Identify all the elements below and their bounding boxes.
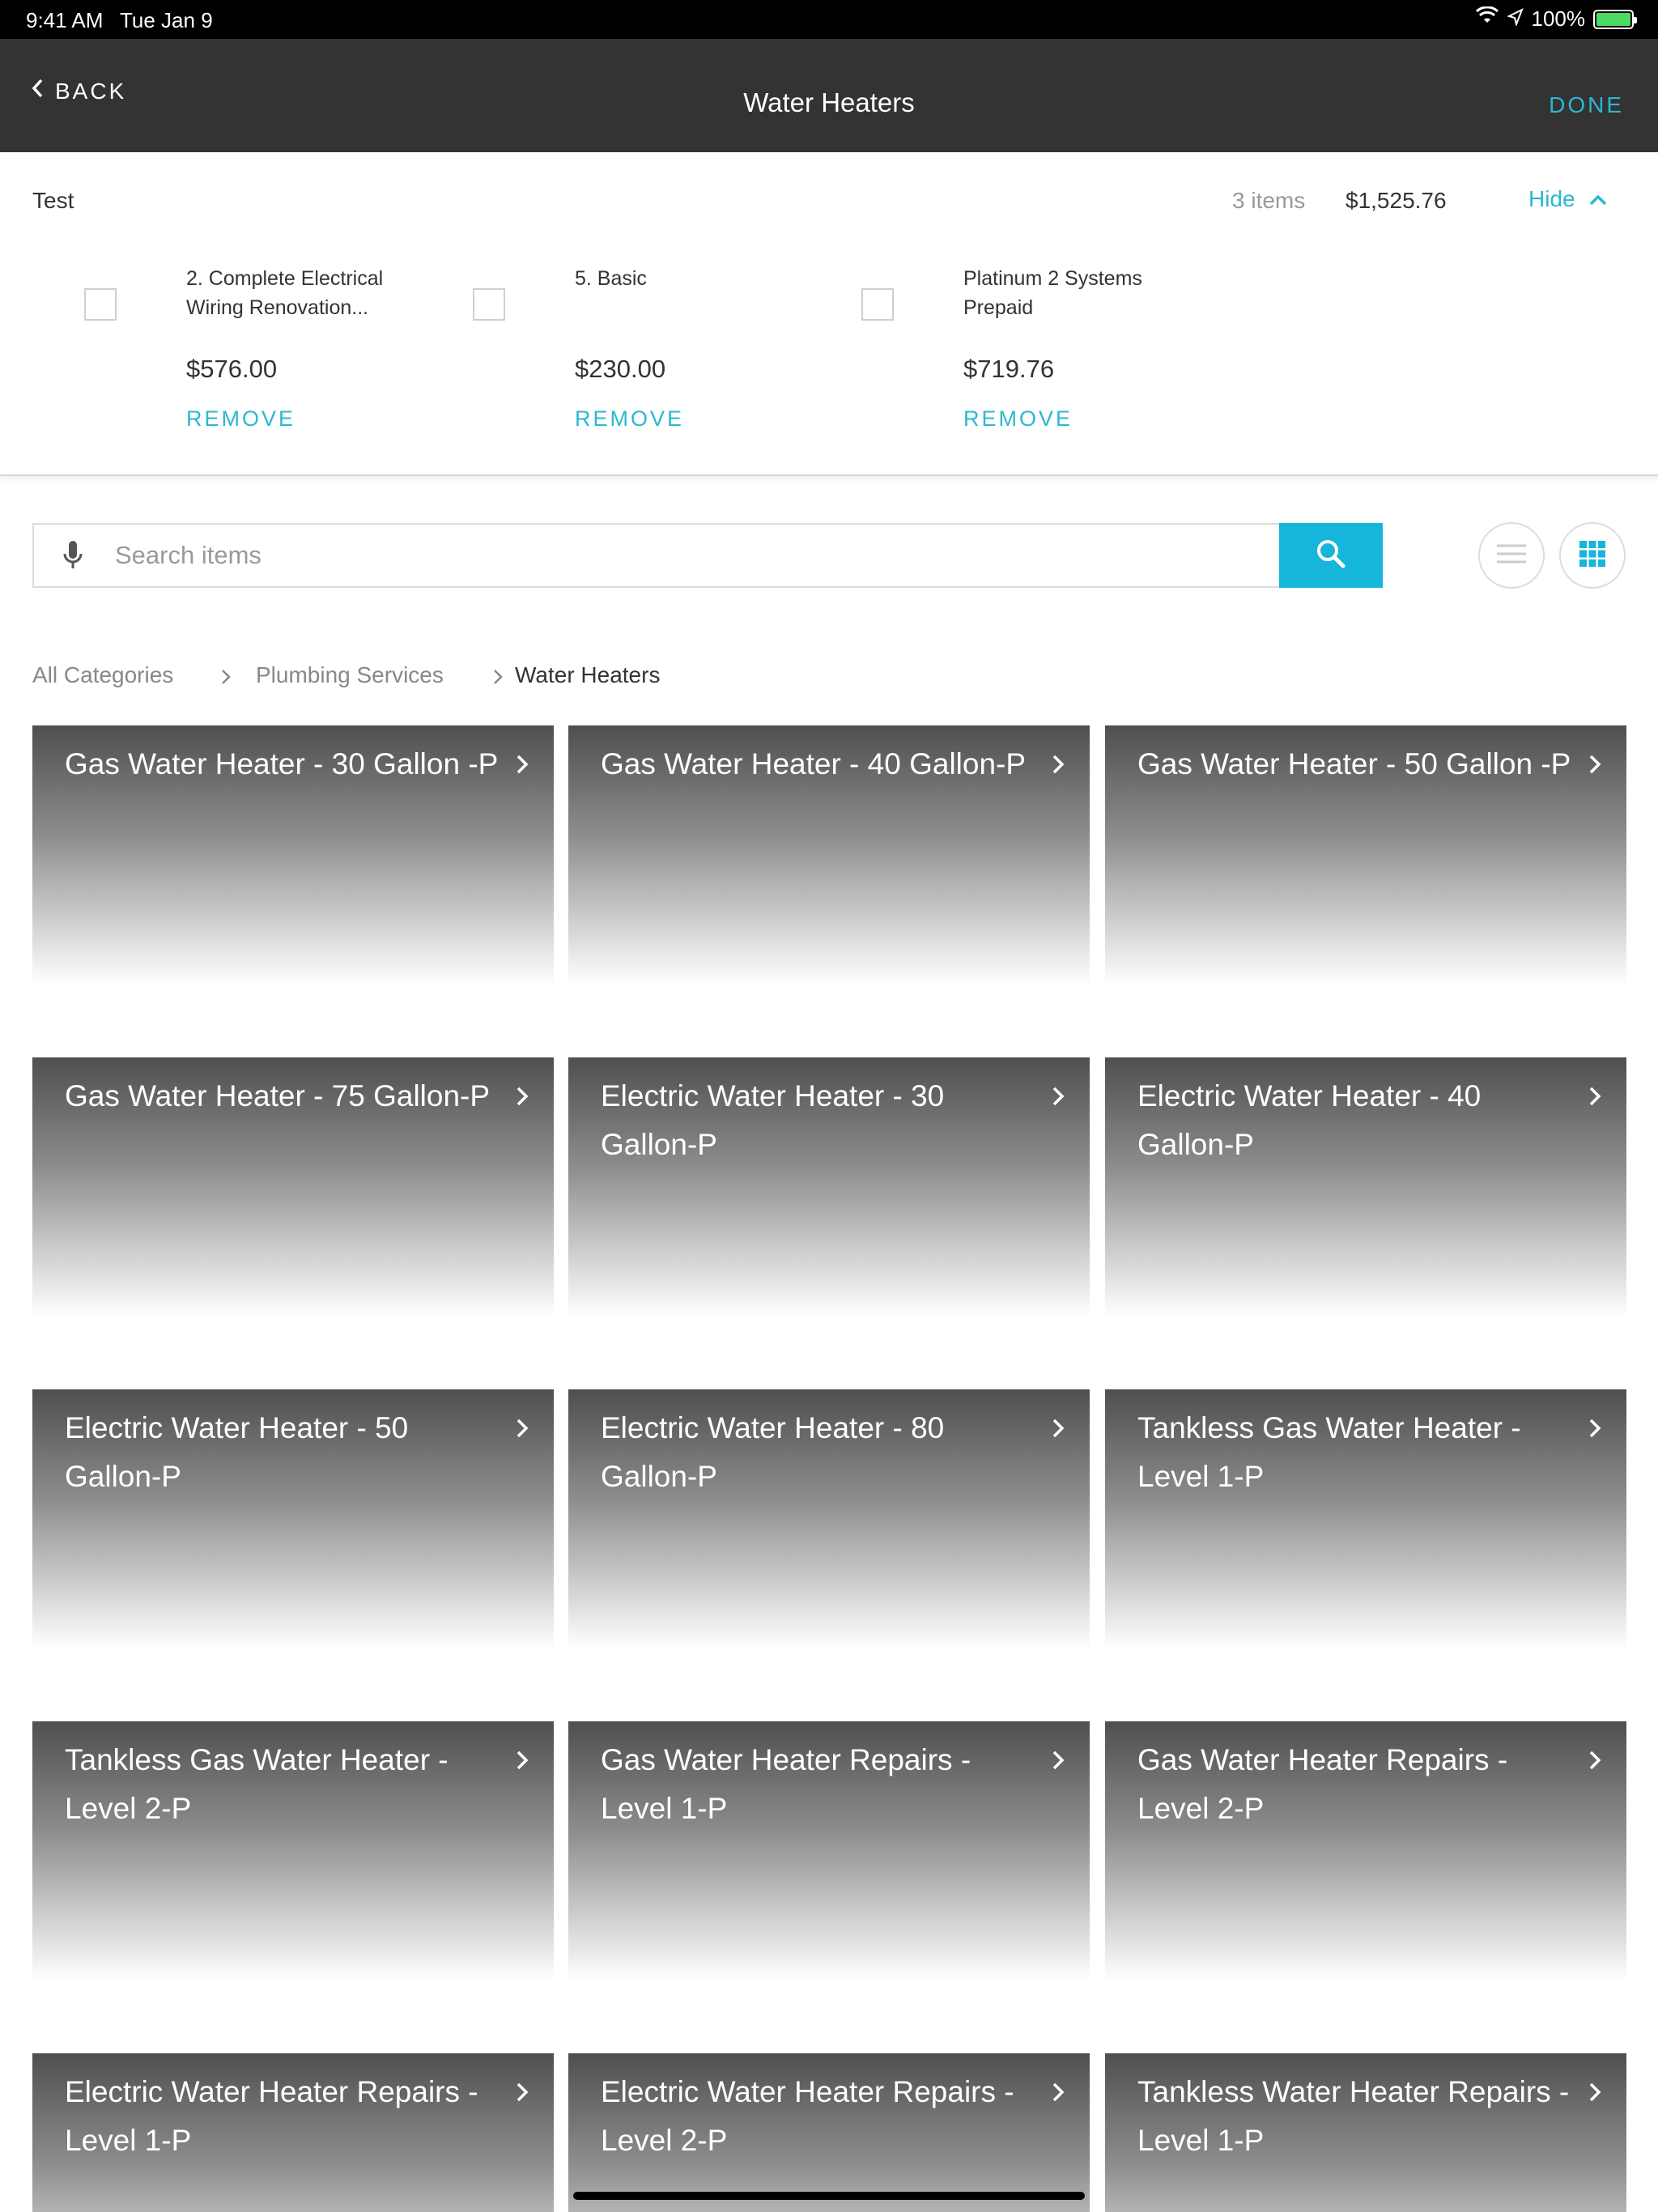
status-time: 9:41 AM [26,8,104,32]
status-bar: 9:41 AM Tue Jan 9 100% [0,0,1658,39]
category-tile-label: Gas Water Heater Repairs - Level 2-P [1137,1743,1508,1825]
location-icon [1506,6,1524,32]
category-tile[interactable]: Gas Water Heater - 40 Gallon-P [568,725,1090,985]
chevron-right-icon [1051,1417,1065,1444]
chevron-right-icon [1588,1085,1602,1112]
status-indicators: 100% [1475,6,1637,32]
remove-button[interactable]: REMOVE [963,406,1073,432]
breadcrumb-all-categories[interactable]: All Categories [32,662,173,688]
category-tile-label: Electric Water Heater Repairs - Level 1-… [65,2075,478,2157]
chevron-right-icon [1588,2081,1602,2108]
category-tile-label: Tankless Gas Water Heater - Level 2-P [65,1743,449,1825]
cart-item-name: 2. Complete Electrical Wiring Renovation… [186,267,384,319]
chevron-right-icon [492,666,504,691]
search-box [32,523,1383,588]
chevron-right-icon [515,1085,529,1112]
category-tile-label: Electric Water Heater Repairs - Level 2-… [601,2075,1014,2157]
category-tile-label: Electric Water Heater - 50 Gallon-P [65,1411,409,1493]
category-tile-label: Tankless Water Heater Repairs - Level 1-… [1137,2075,1570,2157]
category-tile[interactable]: Gas Water Heater Repairs - Level 2-P [1105,1721,1626,1980]
category-tile-label: Gas Water Heater - 30 Gallon -P [65,747,499,781]
cart-total: $1,525.76 [1346,188,1447,213]
category-tile[interactable]: Tankless Water Heater Repairs - Level 1-… [1105,2053,1626,2212]
chevron-right-icon [515,2081,529,2108]
cart-summary-panel: Test 3 items $1,525.76 Hide 2. Complete … [0,152,1658,476]
chevron-right-icon [515,1417,529,1444]
cart-item-count: 3 items [1232,188,1306,213]
category-tile[interactable]: Electric Water Heater - 30 Gallon-P [568,1057,1090,1317]
navigation-bar: BACK Water Heaters DONE [0,39,1658,152]
cart-item-checkbox[interactable] [473,288,505,321]
chevron-up-icon [1588,186,1608,212]
battery-percent: 100% [1531,6,1586,31]
category-tile-label: Electric Water Heater - 30 Gallon-P [601,1079,945,1161]
cart-item-price: $576.00 [186,355,278,383]
cart-item-checkbox[interactable] [861,288,894,321]
category-tile[interactable]: Tankless Gas Water Heater - Level 1-P [1105,1389,1626,1648]
category-tile[interactable]: Electric Water Heater Repairs - Level 2-… [568,2053,1090,2212]
category-tile-label: Electric Water Heater - 40 Gallon-P [1137,1079,1482,1161]
breadcrumb-water-heaters: Water Heaters [515,662,661,687]
battery-icon [1593,9,1637,29]
microphone-icon[interactable] [63,539,83,576]
remove-button[interactable]: REMOVE [186,406,295,432]
search-input[interactable] [115,525,1248,586]
hide-label: Hide [1528,186,1575,211]
chevron-right-icon [1588,1417,1602,1444]
done-button[interactable]: DONE [1549,94,1624,117]
chevron-right-icon [1051,753,1065,780]
cart-name: Test [32,188,74,213]
category-tile[interactable]: Electric Water Heater Repairs - Level 1-… [32,2053,554,2212]
category-tile-label: Electric Water Heater - 80 Gallon-P [601,1411,945,1493]
category-tile-label: Tankless Gas Water Heater - Level 1-P [1137,1411,1521,1493]
list-icon [1495,542,1528,570]
category-tile[interactable]: Tankless Gas Water Heater - Level 2-P [32,1721,554,1980]
cart-item-name: 5. Basic [575,267,647,290]
hide-cart-button[interactable]: Hide [1528,186,1608,212]
category-tile[interactable]: Electric Water Heater - 50 Gallon-P [32,1389,554,1648]
page-title: Water Heaters [743,87,915,117]
cart-item-price: $230.00 [575,355,666,383]
chevron-right-icon [1051,2081,1065,2108]
grid-icon [1579,540,1606,572]
wifi-icon [1475,6,1499,32]
chevron-right-icon [515,1749,529,1776]
category-tile[interactable]: Gas Water Heater - 30 Gallon -P [32,725,554,985]
category-tile-label: Gas Water Heater - 75 Gallon-P [65,1079,491,1112]
category-tile[interactable]: Electric Water Heater - 40 Gallon-P [1105,1057,1626,1317]
category-tile[interactable]: Gas Water Heater Repairs - Level 1-P [568,1721,1090,1980]
cart-item-price: $719.76 [963,355,1055,383]
breadcrumb-plumbing-services[interactable]: Plumbing Services [256,662,444,688]
search-button[interactable] [1279,523,1383,588]
chevron-right-icon [515,753,529,780]
grid-view-button[interactable] [1559,522,1626,589]
chevron-right-icon [1051,1749,1065,1776]
category-tile-label: Gas Water Heater - 40 Gallon-P [601,747,1027,781]
remove-button[interactable]: REMOVE [575,406,684,432]
category-tile[interactable]: Electric Water Heater - 80 Gallon-P [568,1389,1090,1648]
list-view-button[interactable] [1478,522,1545,589]
category-tile-label: Gas Water Heater - 50 Gallon -P [1137,747,1571,781]
search-icon [1316,538,1346,573]
chevron-right-icon [1588,1749,1602,1776]
home-indicator [573,2192,1085,2200]
chevron-right-icon [220,666,232,691]
chevron-right-icon [1051,1085,1065,1112]
status-date: Tue Jan 9 [120,8,213,32]
category-tile[interactable]: Gas Water Heater - 75 Gallon-P [32,1057,554,1317]
chevron-right-icon [1588,753,1602,780]
cart-item-checkbox[interactable] [84,288,117,321]
category-tile-label: Gas Water Heater Repairs - Level 1-P [601,1743,971,1825]
cart-item-name: Platinum 2 Systems Prepaid [963,267,1142,319]
category-tile[interactable]: Gas Water Heater - 50 Gallon -P [1105,725,1626,985]
